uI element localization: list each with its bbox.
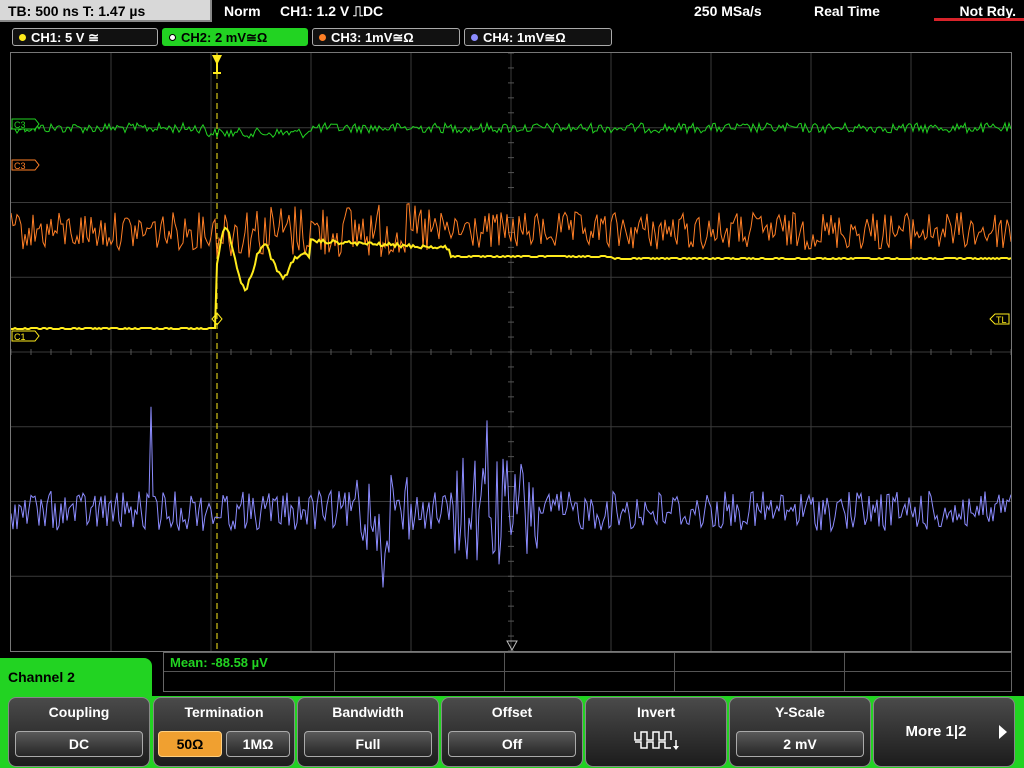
meas-sep-3 bbox=[674, 653, 675, 691]
offset-value[interactable]: Off bbox=[448, 731, 576, 757]
waveform-display[interactable]: C3 C3 C1 TL bbox=[10, 52, 1012, 652]
termination-softkey[interactable]: Termination 50Ω 1MΩ bbox=[153, 697, 295, 767]
measurement-bar: Mean: -88.58 µV bbox=[163, 652, 1012, 692]
coupling-softkey[interactable]: Coupling DC bbox=[8, 697, 150, 767]
more-label: More 1|2 bbox=[905, 723, 967, 740]
coupling-label: Coupling bbox=[48, 704, 110, 720]
offset-label: Offset bbox=[491, 704, 533, 720]
bandwidth-softkey[interactable]: Bandwidth Full bbox=[297, 697, 439, 767]
svg-text:C3: C3 bbox=[14, 161, 26, 171]
trigger-level-marker: TL bbox=[989, 313, 1010, 325]
tab-ch1[interactable]: CH1: 5 V ≅ bbox=[12, 28, 158, 46]
ch1-ground-marker: C1 bbox=[11, 330, 40, 342]
ch2-dot-icon bbox=[169, 34, 176, 41]
termination-label: Termination bbox=[184, 704, 264, 720]
ch1-dot-icon bbox=[19, 34, 26, 41]
termination-1mohm-option[interactable]: 1MΩ bbox=[226, 731, 290, 757]
meas-divider bbox=[164, 671, 1011, 672]
status-indicator bbox=[934, 18, 1024, 21]
timebase-readout[interactable]: TB: 500 ns T: 1.47 µs bbox=[0, 0, 212, 22]
more-softkey[interactable]: More 1|2 bbox=[873, 697, 1015, 767]
ch3-label: CH3: 1mV≅Ω bbox=[331, 30, 414, 45]
ch3-dot-icon bbox=[319, 34, 326, 41]
graticule: C3 C3 C1 TL bbox=[11, 53, 1011, 651]
mean-measurement: Mean: -88.58 µV bbox=[170, 655, 268, 670]
horizontal-position-marker bbox=[506, 640, 518, 651]
ch3-ground-marker: C3 bbox=[11, 159, 40, 171]
trigger-mode[interactable]: Norm bbox=[224, 0, 261, 22]
y-scale-softkey[interactable]: Y-Scale 2 mV bbox=[729, 697, 871, 767]
ch4-dot-icon bbox=[471, 34, 478, 41]
invert-label: Invert bbox=[636, 704, 676, 720]
termination-50ohm-option[interactable]: 50Ω bbox=[158, 731, 222, 757]
status-bar: TB: 500 ns T: 1.47 µs Norm CH1: 1.2 V ⎍D… bbox=[0, 0, 1024, 25]
y-scale-value[interactable]: 2 mV bbox=[736, 731, 864, 757]
meas-sep-4 bbox=[844, 653, 845, 691]
tab-ch4[interactable]: CH4: 1mV≅Ω bbox=[464, 28, 612, 46]
tab-ch2[interactable]: CH2: 2 mV≅Ω bbox=[162, 28, 308, 46]
sample-rate: 250 MSa/s bbox=[694, 3, 762, 19]
trigger-setting[interactable]: CH1: 1.2 V ⎍DC bbox=[280, 0, 383, 22]
svg-text:TL: TL bbox=[996, 315, 1007, 325]
menu-title: Channel 2 bbox=[0, 658, 152, 696]
next-page-icon bbox=[999, 725, 1007, 739]
ch1-label: CH1: 5 V ≅ bbox=[31, 30, 99, 45]
ch2-ground-marker: C3 bbox=[11, 118, 40, 130]
y-scale-label: Y-Scale bbox=[775, 704, 825, 720]
ch4-label: CH4: 1mV≅Ω bbox=[483, 30, 566, 45]
tab-ch3[interactable]: CH3: 1mV≅Ω bbox=[312, 28, 460, 46]
offset-softkey[interactable]: Offset Off bbox=[441, 697, 583, 767]
invert-softkey[interactable]: Invert bbox=[585, 697, 727, 767]
bandwidth-value[interactable]: Full bbox=[304, 731, 432, 757]
acquisition-mode: Real Time bbox=[814, 3, 880, 19]
ch2-label: CH2: 2 mV≅Ω bbox=[181, 30, 268, 45]
invert-waveform-icon bbox=[634, 731, 679, 750]
coupling-value[interactable]: DC bbox=[15, 731, 143, 757]
svg-text:C1: C1 bbox=[14, 332, 26, 342]
meas-sep-1 bbox=[334, 653, 335, 691]
svg-text:C3: C3 bbox=[14, 120, 26, 130]
bandwidth-label: Bandwidth bbox=[332, 704, 404, 720]
meas-sep-2 bbox=[504, 653, 505, 691]
